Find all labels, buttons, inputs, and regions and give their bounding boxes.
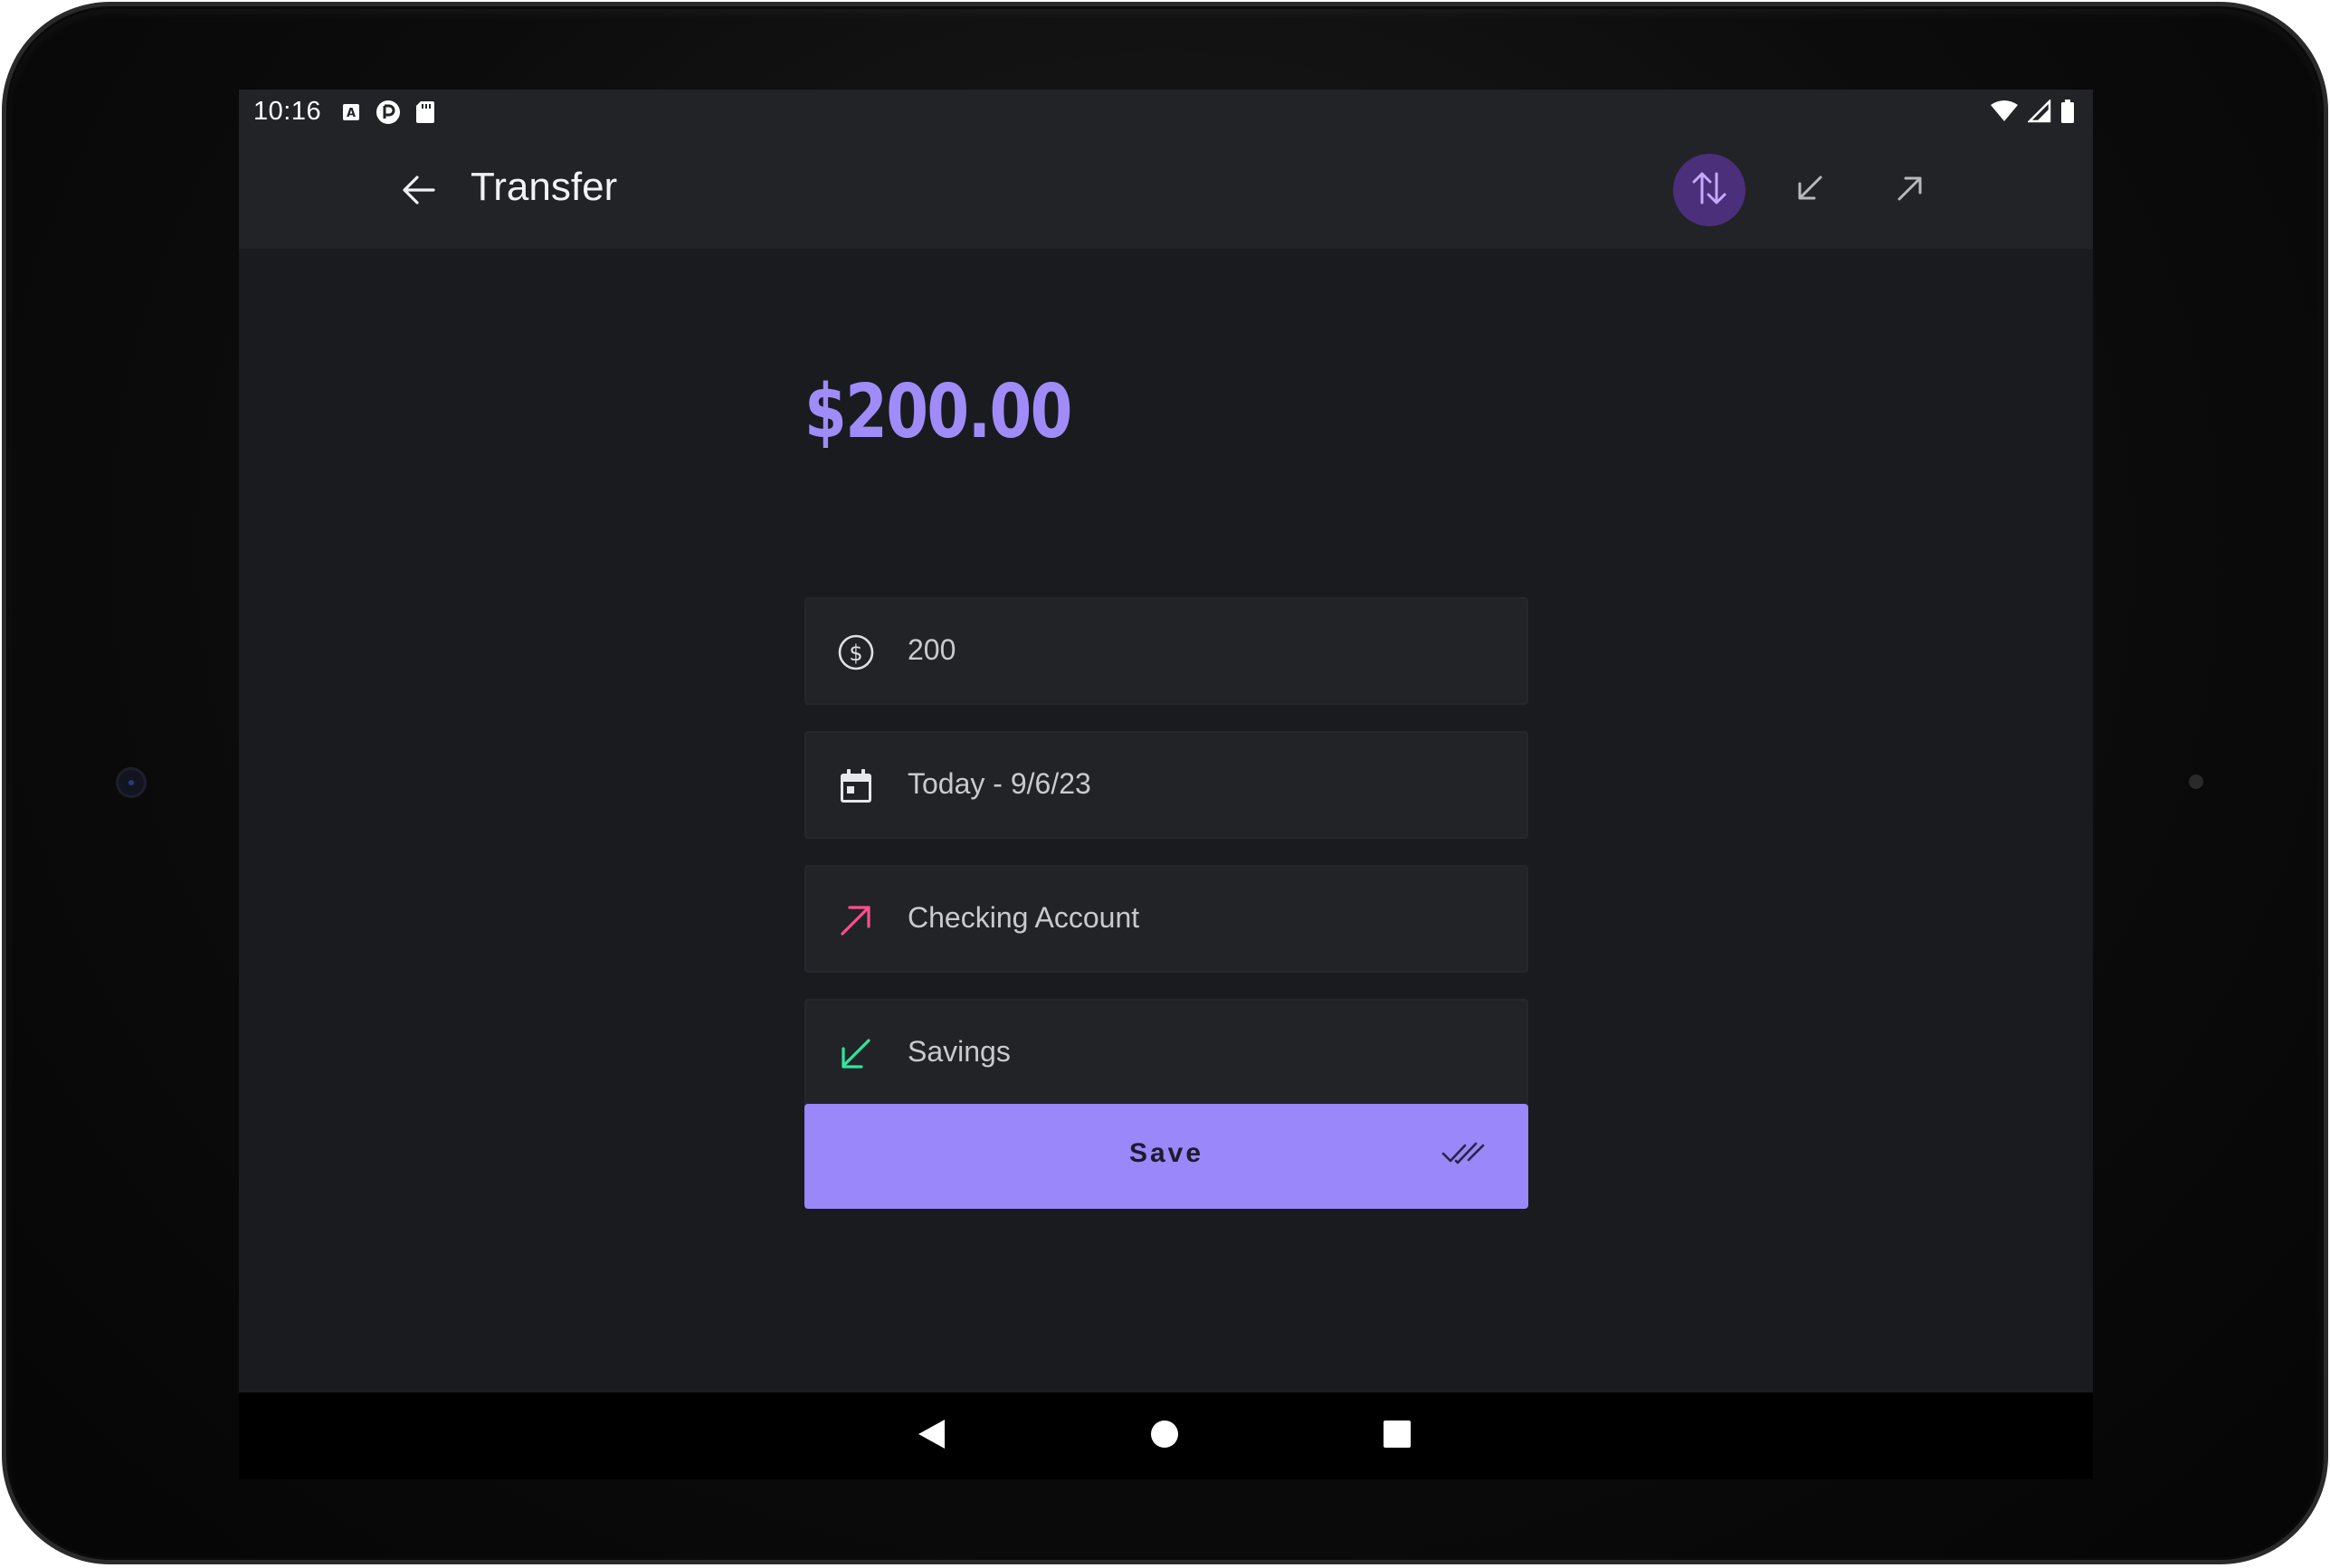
arrow-left-icon: [402, 175, 436, 210]
from-account-value: Checking Account: [908, 901, 1140, 934]
arrow-down-left-icon: [1794, 173, 1825, 208]
front-camera: [116, 767, 147, 798]
recents-square-icon: [1383, 1420, 1412, 1453]
status-icons-left: A: [340, 99, 436, 130]
transfer-type-button[interactable]: [1673, 154, 1745, 226]
autofill-a-icon: A: [340, 101, 362, 128]
save-button[interactable]: Save: [804, 1104, 1528, 1209]
home-circle-icon: [1149, 1419, 1180, 1454]
cell-signal-icon: [2026, 98, 2051, 128]
arrow-up-right-icon: [1895, 173, 1926, 208]
arrow-down-left-icon: [837, 1035, 875, 1073]
to-account-field[interactable]: Savings: [804, 999, 1528, 1107]
svg-text:A: A: [347, 107, 356, 120]
date-value: Today - 9/6/23: [908, 767, 1091, 800]
status-time: 10:16: [253, 97, 322, 126]
amount-field[interactable]: $ 200: [804, 597, 1528, 705]
app-bar: Transfer: [239, 135, 2093, 249]
screen: 10:16 A Transfer $200.00 $ 200 Today - 9…: [239, 90, 2093, 1392]
nav-back-button[interactable]: [904, 1409, 958, 1463]
back-triangle-icon: [916, 1418, 946, 1455]
double-check-icon: [1441, 1140, 1485, 1172]
date-field[interactable]: Today - 9/6/23: [804, 731, 1528, 839]
sd-card-icon: [414, 100, 436, 129]
nav-recents-button[interactable]: [1370, 1409, 1424, 1463]
back-button[interactable]: [395, 167, 443, 216]
swap-vertical-icon: [1691, 168, 1727, 213]
status-icons-right: [1990, 98, 2075, 128]
transfer-form: $200.00 $ 200 Today - 9/6/23 Checking Ac…: [239, 249, 2093, 1244]
save-label: Save: [1128, 1138, 1204, 1168]
system-nav-bar: [239, 1392, 2093, 1479]
arrow-up-right-icon: [837, 901, 875, 939]
income-type-button[interactable]: [1774, 154, 1846, 226]
nav-home-button[interactable]: [1137, 1409, 1192, 1463]
amount-display: $200.00: [804, 369, 1072, 455]
to-account-value: Savings: [908, 1035, 1011, 1068]
pocket-casts-icon: [375, 99, 402, 130]
battery-icon: [2060, 99, 2075, 128]
expense-type-button[interactable]: [1874, 154, 1946, 226]
amount-value: 200: [908, 633, 956, 666]
svg-text:$: $: [849, 641, 862, 666]
page-title: Transfer: [471, 165, 618, 209]
status-bar: 10:16 A: [239, 90, 2093, 135]
light-sensor: [2189, 774, 2203, 789]
dollar-circle-icon: $: [837, 633, 875, 671]
from-account-field[interactable]: Checking Account: [804, 865, 1528, 973]
wifi-icon: [1990, 100, 2019, 128]
calendar-icon: [837, 767, 875, 805]
